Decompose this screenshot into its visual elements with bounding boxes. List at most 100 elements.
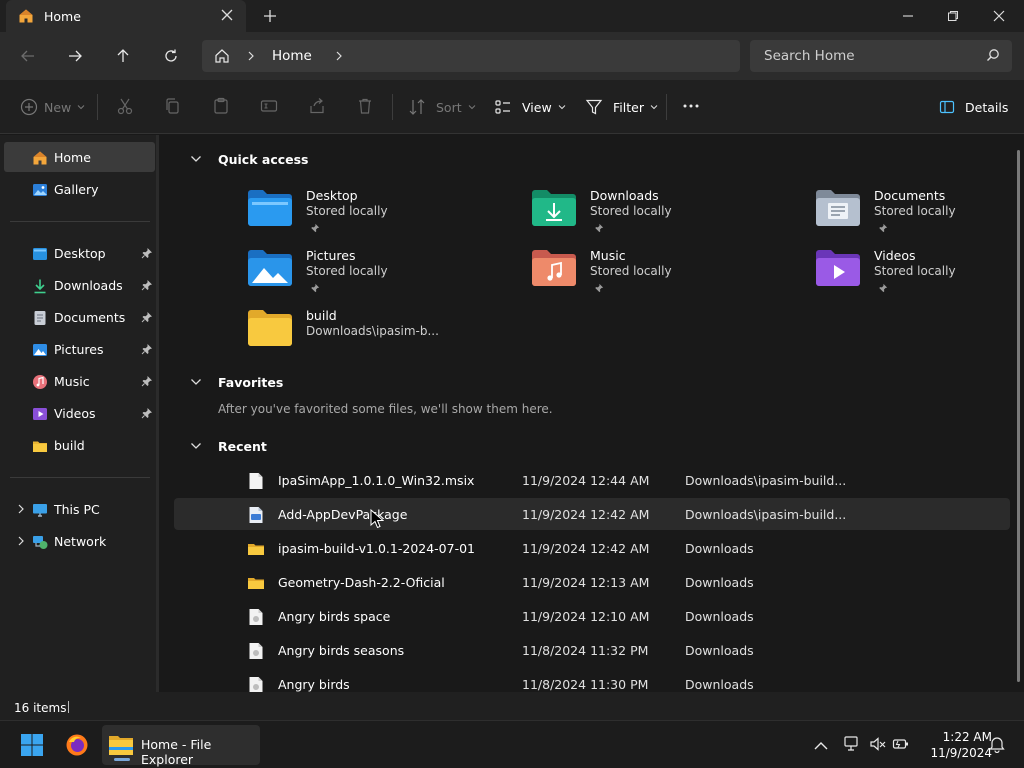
chevron-down-icon <box>468 105 475 110</box>
system-clock[interactable]: 1:22 AM 11/9/2024 <box>916 729 992 761</box>
network-tray-icon[interactable] <box>843 735 861 753</box>
quick-access-desktop[interactable]: Desktop Stored locally <box>248 188 488 244</box>
close-window-button[interactable] <box>976 0 1022 32</box>
pin-icon[interactable] <box>141 279 153 291</box>
quick-access-documents[interactable]: Documents Stored locally <box>816 188 1024 244</box>
recent-row[interactable]: Angry birds space 11/9/2024 12:10 AM Dow… <box>174 600 1010 632</box>
cut-icon[interactable] <box>116 97 134 115</box>
minimize-button[interactable] <box>885 0 931 32</box>
file-name: IpaSimApp_1.0.1.0_Win32.msix <box>278 473 475 488</box>
address-bar[interactable]: Home <box>202 40 740 72</box>
taskbar-app-label: Home - File Explorer <box>141 737 212 767</box>
sidebar-item-network[interactable]: Network <box>4 526 155 556</box>
tile-subtitle: Stored locally <box>590 204 672 218</box>
quick-access-videos[interactable]: Videos Stored locally <box>816 248 1024 304</box>
section-quick-access[interactable]: Quick access <box>190 149 309 169</box>
tile-subtitle: Stored locally <box>306 264 388 278</box>
pin-icon[interactable] <box>141 311 153 323</box>
divider <box>68 701 69 713</box>
delete-icon[interactable] <box>356 97 374 115</box>
back-button[interactable] <box>16 44 40 68</box>
sort-label: Sort <box>436 99 462 115</box>
navigation-pane: Home Gallery Desktop Downloads Documents… <box>0 135 158 692</box>
quick-access-music[interactable]: Music Stored locally <box>532 248 772 304</box>
sidebar-item-label: Downloads <box>54 277 123 293</box>
chevron-right-icon[interactable] <box>16 504 26 514</box>
rename-icon[interactable] <box>260 97 278 115</box>
file-date: 11/9/2024 12:13 AM <box>522 575 650 590</box>
pin-icon <box>595 283 604 293</box>
item-count: 16 items <box>14 701 67 715</box>
quick-access-pictures[interactable]: Pictures Stored locally <box>248 248 488 304</box>
sidebar-item-gallery[interactable]: Gallery <box>4 174 155 204</box>
music-icon <box>33 375 47 389</box>
more-options-icon[interactable] <box>682 97 700 115</box>
close-tab-icon[interactable] <box>220 8 234 22</box>
sidebar-item-build[interactable]: build <box>4 430 155 460</box>
volume-muted-icon[interactable] <box>869 735 887 753</box>
recent-row[interactable]: Add-AppDevPackage 11/9/2024 12:42 AM Dow… <box>174 498 1010 530</box>
restore-button[interactable] <box>930 0 976 32</box>
sidebar-item-desktop[interactable]: Desktop <box>4 238 155 268</box>
pane-splitter[interactable] <box>156 135 159 692</box>
chevron-down-icon <box>191 443 201 449</box>
search-icon[interactable] <box>986 48 1000 62</box>
chevron-right-icon[interactable] <box>334 51 344 61</box>
section-favorites[interactable]: Favorites <box>190 372 283 392</box>
new-tab-icon[interactable] <box>262 8 278 24</box>
search-input[interactable] <box>750 40 1012 72</box>
title-bar: Home <box>0 0 1024 32</box>
start-button[interactable] <box>12 725 52 765</box>
pin-icon[interactable] <box>141 247 153 259</box>
pin-icon <box>595 223 604 233</box>
view-button[interactable]: View <box>494 96 566 118</box>
notification-bell-icon[interactable] <box>988 735 1006 753</box>
home-icon <box>33 151 47 165</box>
recent-row[interactable]: Angry birds seasons 11/8/2024 11:32 PM D… <box>174 634 1010 666</box>
recent-row[interactable]: IpaSimApp_1.0.1.0_Win32.msix 11/9/2024 1… <box>174 464 1010 496</box>
sidebar-item-music[interactable]: Music <box>4 366 155 396</box>
pin-icon[interactable] <box>141 343 153 355</box>
quick-access-downloads[interactable]: Downloads Stored locally <box>532 188 772 244</box>
pin-icon[interactable] <box>141 375 153 387</box>
quick-access-build[interactable]: build Downloads\ipasim-b... <box>248 308 488 364</box>
filter-button[interactable]: Filter <box>585 96 658 118</box>
firefox-icon <box>66 734 88 756</box>
paste-icon[interactable] <box>212 97 230 115</box>
tab-home[interactable]: Home <box>6 0 246 32</box>
copy-icon[interactable] <box>164 97 182 115</box>
pin-icon[interactable] <box>141 407 153 419</box>
sidebar-item-pictures[interactable]: Pictures <box>4 334 155 364</box>
sidebar-item-documents[interactable]: Documents <box>4 302 155 332</box>
recent-row[interactable]: ipasim-build-v1.0.1-2024-07-01 11/9/2024… <box>174 532 1010 564</box>
recent-row[interactable]: Geometry-Dash-2.2-Oficial 11/9/2024 12:1… <box>174 566 1010 598</box>
this-pc-icon <box>33 504 47 517</box>
sidebar-item-home[interactable]: Home <box>4 142 155 172</box>
content-area: Quick access Desktop Stored locally Down… <box>160 135 1024 693</box>
chevron-up-icon[interactable] <box>812 737 830 755</box>
refresh-button[interactable] <box>159 44 183 68</box>
sidebar-item-downloads[interactable]: Downloads <box>4 270 155 300</box>
firefox-taskbar-button[interactable] <box>57 725 97 765</box>
folder-icon <box>248 544 264 555</box>
sidebar-item-videos[interactable]: Videos <box>4 398 155 428</box>
sidebar-item-this-pc[interactable]: This PC <box>4 494 155 524</box>
file-name: Geometry-Dash-2.2-Oficial <box>278 575 445 590</box>
details-button[interactable]: Details <box>939 96 1008 118</box>
file-name: Angry birds space <box>278 609 391 624</box>
battery-tray-icon[interactable] <box>892 735 910 753</box>
up-button[interactable] <box>111 44 135 68</box>
status-bar: 16 items <box>0 692 1024 720</box>
separator <box>392 94 393 120</box>
section-recent[interactable]: Recent <box>190 436 267 456</box>
new-button[interactable]: New <box>20 96 85 118</box>
share-icon[interactable] <box>308 97 326 115</box>
pin-icon <box>311 223 320 233</box>
forward-button[interactable] <box>63 44 87 68</box>
breadcrumb-home[interactable]: Home <box>272 48 312 64</box>
sidebar-item-label: Desktop <box>54 245 106 261</box>
file-location: Downloads\ipasim-build... <box>685 473 847 488</box>
sort-button[interactable]: Sort <box>408 96 476 118</box>
vertical-scrollbar[interactable] <box>1017 150 1020 682</box>
chevron-right-icon[interactable] <box>16 536 26 546</box>
